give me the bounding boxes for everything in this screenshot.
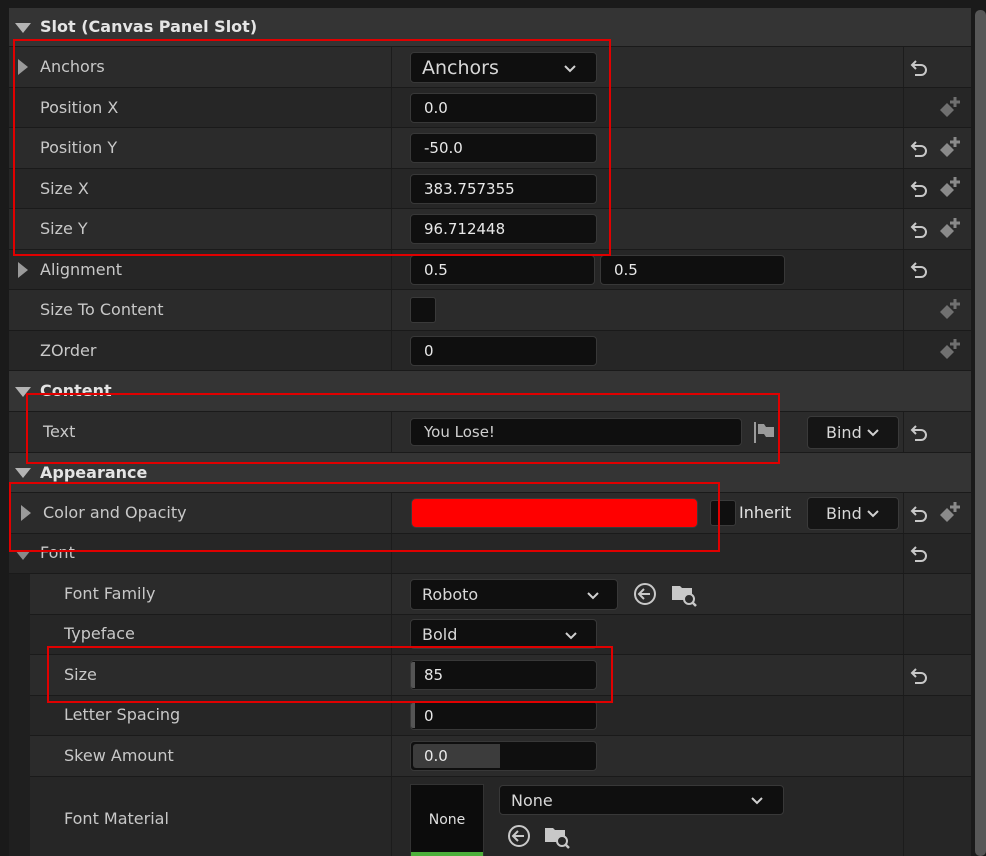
color-bind-button[interactable]: Bind <box>807 497 899 530</box>
use-selected-asset-icon[interactable] <box>632 581 658 607</box>
category-appearance-label: Appearance <box>40 463 148 482</box>
zorder-input[interactable]: 0 <box>410 336 597 366</box>
reset-to-default-icon[interactable] <box>908 141 930 157</box>
letter-spacing-label: Letter Spacing <box>64 705 181 724</box>
scrollbar-thumb[interactable] <box>975 10 986 856</box>
use-selected-asset-icon[interactable] <box>506 823 532 849</box>
size-to-content-checkbox[interactable] <box>410 297 436 323</box>
reset-to-default-icon[interactable] <box>908 222 930 238</box>
reset-to-default-icon[interactable] <box>908 60 930 76</box>
chevron-down-icon <box>867 429 879 437</box>
color-bind-label: Bind <box>826 504 862 523</box>
letter-spacing-spin-indicator <box>411 703 415 728</box>
typeface-dropdown[interactable]: Bold <box>410 619 597 649</box>
reset-to-default-icon[interactable] <box>908 181 930 197</box>
collapse-triangle-icon[interactable] <box>15 468 31 478</box>
chevron-down-icon <box>565 632 577 640</box>
alignment-y-input[interactable]: 0.5 <box>600 255 785 285</box>
font-family-dropdown[interactable]: Roboto <box>410 579 618 610</box>
skew-amount-value: 0.0 <box>424 747 448 765</box>
add-keyframe-icon[interactable] <box>937 135 963 161</box>
browse-asset-icon[interactable] <box>543 822 571 850</box>
highlight-box-slot <box>13 39 611 256</box>
chevron-down-icon <box>867 510 879 518</box>
skew-amount-label: Skew Amount <box>64 746 174 765</box>
reset-to-default-icon[interactable] <box>908 506 930 522</box>
add-keyframe-icon[interactable] <box>937 175 963 201</box>
expand-triangle-icon[interactable] <box>18 262 28 278</box>
row-zorder: ZOrder 0 <box>9 331 971 371</box>
font-material-thumbnail-label: None <box>428 812 466 828</box>
skew-amount-input[interactable]: 0.0 <box>410 741 597 771</box>
highlight-box-color <box>9 482 720 552</box>
top-edge <box>0 0 986 8</box>
chevron-down-icon <box>587 592 599 600</box>
font-material-thumbnail[interactable]: None <box>410 784 484 856</box>
add-keyframe-icon[interactable] <box>937 337 963 363</box>
row-font-family: Font Family Roboto <box>9 574 971 615</box>
asset-type-color-bar <box>411 852 483 856</box>
highlight-box-size <box>47 646 613 703</box>
reset-to-default-icon[interactable] <box>908 546 930 562</box>
add-keyframe-icon[interactable] <box>937 95 963 121</box>
category-slot-label: Slot (Canvas Panel Slot) <box>40 17 258 36</box>
zorder-label: ZOrder <box>40 341 97 360</box>
font-family-label: Font Family <box>64 584 156 603</box>
typeface-label: Typeface <box>64 624 135 643</box>
letter-spacing-input[interactable]: 0 <box>410 701 597 730</box>
text-bind-label: Bind <box>826 423 862 442</box>
highlight-box-text <box>26 393 780 464</box>
row-size-to-content: Size To Content <box>9 290 971 331</box>
text-bind-button[interactable]: Bind <box>807 416 899 449</box>
font-material-value: None <box>511 790 553 810</box>
row-font-material: Font Material None None <box>9 777 971 856</box>
row-skew-amount: Skew Amount 0.0 <box>9 736 971 777</box>
font-family-value: Roboto <box>422 585 479 604</box>
reset-to-default-icon[interactable] <box>908 425 930 441</box>
alignment-label: Alignment <box>40 260 122 279</box>
add-keyframe-icon[interactable] <box>937 500 963 526</box>
add-keyframe-icon[interactable] <box>937 297 963 323</box>
inherit-label: Inherit <box>739 503 792 522</box>
left-gutter <box>0 8 9 856</box>
size-to-content-label: Size To Content <box>40 300 164 319</box>
font-material-label: Font Material <box>64 809 169 828</box>
browse-asset-icon[interactable] <box>670 580 698 608</box>
typeface-value: Bold <box>422 624 458 644</box>
add-keyframe-icon[interactable] <box>937 216 963 242</box>
alignment-x-input[interactable]: 0.5 <box>410 255 595 285</box>
reset-to-default-icon[interactable] <box>908 262 930 278</box>
collapse-triangle-icon[interactable] <box>15 23 31 33</box>
chevron-down-icon <box>751 797 763 805</box>
reset-to-default-icon[interactable] <box>908 668 930 684</box>
font-material-dropdown[interactable]: None <box>499 785 784 815</box>
row-alignment: Alignment 0.5 0.5 <box>9 250 971 290</box>
